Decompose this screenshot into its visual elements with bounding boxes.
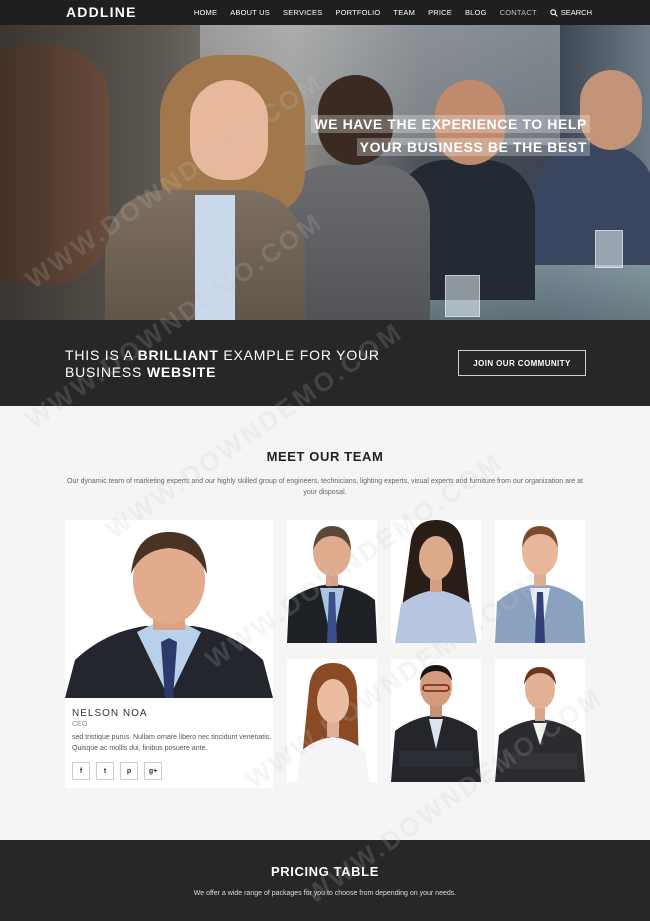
hero-caption-line-1: WE HAVE THE EXPERIENCE TO HELP [311,115,590,133]
nav-item-portfolio[interactable]: PORTFOLIO [335,8,380,17]
team-member-thumb[interactable] [287,659,377,782]
member-portrait-icon [391,659,481,782]
cta-text-part: BUSINESS [65,364,147,380]
team-section: MEET OUR TEAM Our dynamic team of market… [0,406,650,840]
team-member-thumb[interactable] [495,520,585,643]
search-button[interactable]: SEARCH [550,8,592,17]
team-description: Our dynamic team of marketing experts an… [67,478,583,496]
nav-item-services[interactable]: SERVICES [283,8,322,17]
team-member-thumb[interactable] [391,520,481,643]
cta-text-bold: WEBSITE [146,364,217,380]
nav-item-team[interactable]: TEAM [393,8,415,17]
cta-band: THIS IS A BRILLIANT EXAMPLE FOR YOUR BUS… [0,320,650,406]
nav-item-blog[interactable]: BLOG [465,8,487,17]
hero-woman-shirt [195,195,235,320]
member-portrait-icon [287,659,377,782]
pinterest-icon[interactable]: p [120,762,138,780]
glass-icon [595,230,623,268]
pricing-section: PRICING TABLE We offer a wide range of p… [0,840,650,921]
member-portrait-icon [495,520,585,643]
site-logo[interactable]: ADDLINE [66,4,137,20]
team-member-thumb[interactable] [495,659,585,782]
hero-woman-face [190,80,268,180]
member-portrait-icon [65,520,273,698]
hero-person-body [535,145,650,265]
featured-member-photo [65,520,273,698]
nav-item-price[interactable]: PRICE [428,8,452,17]
google-plus-icon[interactable]: g+ [144,762,162,780]
hero-caption: WE HAVE THE EXPERIENCE TO HELP YOUR BUSI… [311,114,590,160]
search-label: SEARCH [560,8,592,17]
pricing-description: We offer a wide range of packages for yo… [193,890,457,897]
team-member-thumb[interactable] [287,520,377,643]
member-role: CEO [72,721,88,728]
twitter-icon[interactable]: t [96,762,114,780]
nav-item-home[interactable]: HOME [194,8,217,17]
top-navbar: ADDLINE HOME ABOUT US SERVICES PORTFOLIO… [0,0,650,25]
member-bio: sed tristique purus. Nullam ornare liber… [72,734,272,752]
search-icon [550,8,558,17]
main-menu: HOME ABOUT US SERVICES PORTFOLIO TEAM PR… [181,0,592,25]
facebook-icon[interactable]: f [72,762,90,780]
hero-banner: WE HAVE THE EXPERIENCE TO HELP YOUR BUSI… [0,25,650,320]
cta-text-part: THIS IS A [65,347,138,363]
member-portrait-icon [287,520,377,643]
member-portrait-icon [391,520,481,643]
nav-item-contact[interactable]: CONTACT [500,8,537,17]
hero-caption-line-2: YOUR BUSINESS BE THE BEST [356,138,590,156]
cta-text-part: EXAMPLE FOR YOUR [218,347,380,363]
team-member-thumb[interactable] [391,659,481,782]
member-portrait-icon [495,659,585,782]
pricing-title: PRICING TABLE [271,864,379,879]
member-name: NELSON NOA [72,708,148,719]
cta-text: THIS IS A BRILLIANT EXAMPLE FOR YOUR BUS… [65,347,380,381]
social-links: f t p g+ [72,762,168,780]
team-title: MEET OUR TEAM [266,449,384,464]
glass-icon [445,275,480,317]
nav-item-about-us[interactable]: ABOUT US [230,8,270,17]
hero-foreground-person [0,45,110,285]
cta-text-bold: BRILLIANT [137,347,219,363]
join-community-button[interactable]: JOIN OUR COMMUNITY [458,350,586,376]
featured-member-card[interactable]: NELSON NOA CEO sed tristique purus. Null… [65,520,273,788]
